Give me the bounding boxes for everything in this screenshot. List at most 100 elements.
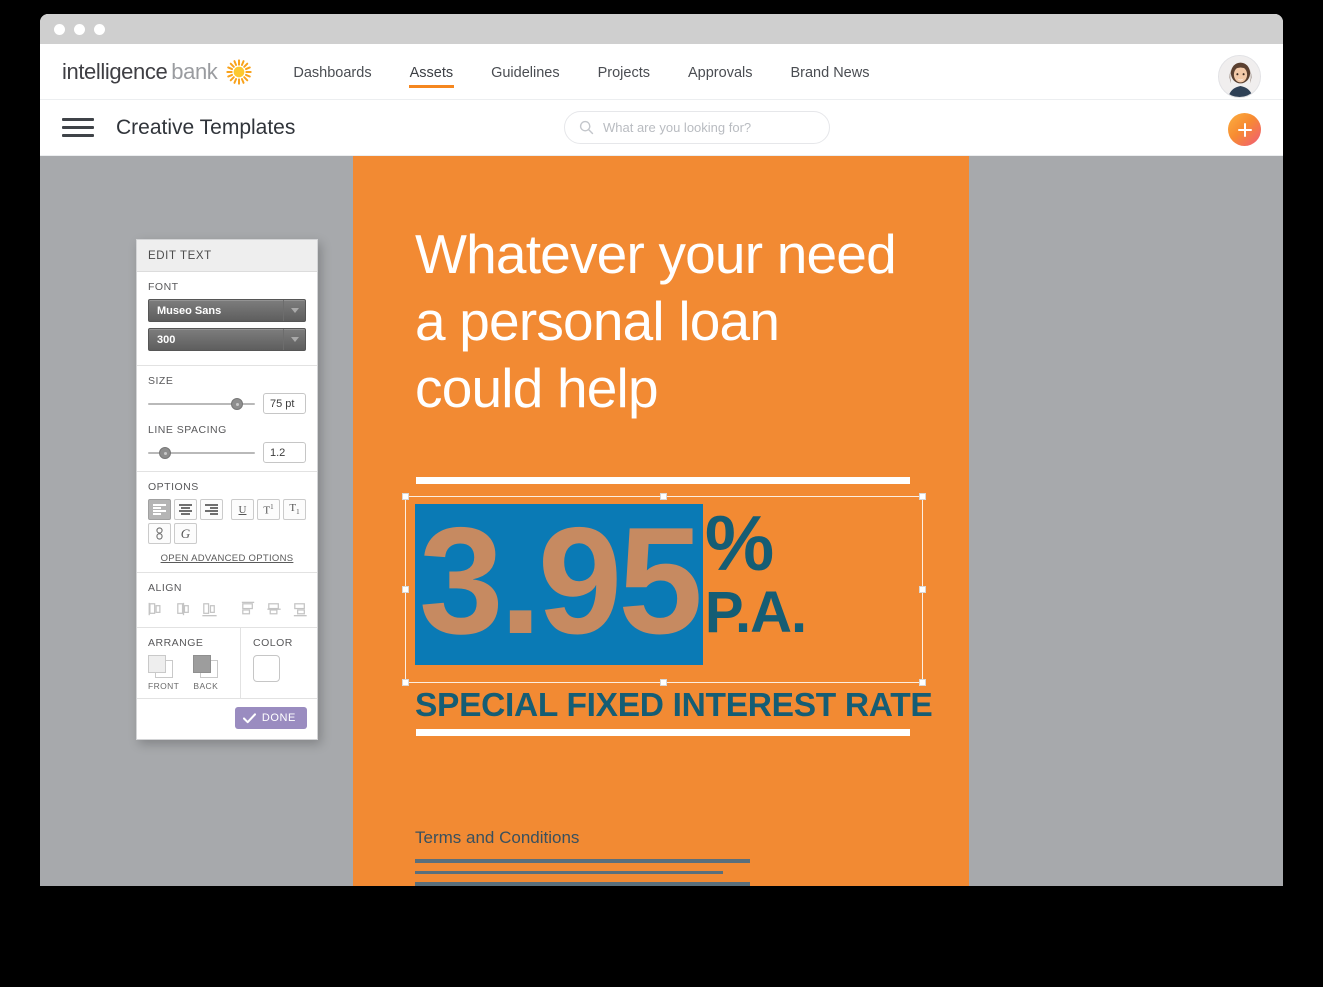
glyph-icon: G <box>180 525 191 541</box>
headline-text[interactable]: Whatever your need a personal loan could… <box>415 221 915 422</box>
terms-placeholder-line <box>415 870 724 874</box>
align-object-top-icon[interactable] <box>239 600 258 619</box>
edit-text-panel: EDIT TEXT FONT Museo Sans 300 SIZE 75 pt… <box>136 239 318 740</box>
align-object-right-icon[interactable] <box>200 600 219 619</box>
window-minimize-button[interactable] <box>74 23 85 35</box>
color-section: COLOR <box>241 628 317 698</box>
resize-handle-top-left[interactable] <box>402 493 409 500</box>
resize-handle-middle-right[interactable] <box>919 585 926 593</box>
nav-item-projects[interactable]: Projects <box>597 59 651 85</box>
options-label: OPTIONS <box>148 481 199 493</box>
color-label: COLOR <box>253 637 293 649</box>
search-placeholder: What are you looking for? <box>603 120 752 135</box>
underline-icon: U <box>238 503 247 516</box>
arrange-color-row: ARRANGE FRONT BACK COLOR <box>137 628 317 698</box>
search-input[interactable]: What are you looking for? <box>564 111 830 144</box>
align-object-middle-icon[interactable] <box>265 600 284 619</box>
subscript-button[interactable]: T1 <box>283 499 306 520</box>
align-center-icon <box>179 502 192 516</box>
line-spacing-value-field[interactable]: 1.2 <box>263 442 306 463</box>
selection-bounding-box[interactable] <box>402 493 926 686</box>
window-close-button[interactable] <box>54 23 65 35</box>
resize-handle-top-right[interactable] <box>919 493 926 500</box>
done-button-label: DONE <box>261 712 296 724</box>
nav-item-approvals[interactable]: Approvals <box>687 59 753 85</box>
glyph-button[interactable]: G <box>174 523 197 544</box>
font-weight-value: 300 <box>157 333 176 346</box>
line-spacing-label: LINE SPACING <box>148 424 227 436</box>
superscript-button[interactable]: T1 <box>257 499 280 520</box>
subscript-icon: T1 <box>289 502 300 517</box>
align-left-icon <box>153 502 166 516</box>
editor-workspace: Whatever your need a personal loan could… <box>40 156 1283 886</box>
logo-text-primary: intelligence <box>62 58 168 84</box>
link-icon <box>156 527 163 540</box>
page-toolbar: Creative Templates What are you looking … <box>40 100 1283 156</box>
window-titlebar <box>40 14 1283 44</box>
font-weight-select[interactable]: 300 <box>148 328 306 351</box>
check-icon <box>242 712 256 723</box>
hamburger-icon[interactable] <box>62 113 94 142</box>
text-align-center-button[interactable] <box>174 499 197 520</box>
sun-icon <box>226 58 253 85</box>
text-align-left-button[interactable] <box>148 499 171 520</box>
panel-header: EDIT TEXT <box>137 240 317 272</box>
front-label: FRONT <box>148 681 180 691</box>
resize-handle-bottom-left[interactable] <box>402 679 409 686</box>
size-value-field[interactable]: 75 pt <box>263 393 306 414</box>
size-section: SIZE 75 pt <box>137 366 317 422</box>
font-family-select[interactable]: Museo Sans <box>148 299 306 322</box>
size-slider-knob[interactable] <box>231 397 244 410</box>
align-object-center-icon[interactable] <box>174 600 193 619</box>
terms-title: Terms and Conditions <box>415 828 580 847</box>
arrange-label: ARRANGE <box>148 637 204 649</box>
color-swatch[interactable] <box>253 655 280 682</box>
send-to-back-icon <box>193 655 219 678</box>
align-object-left-icon[interactable] <box>148 600 167 619</box>
font-family-value: Museo Sans <box>157 304 222 317</box>
font-section: FONT Museo Sans 300 <box>137 272 317 366</box>
underline-button[interactable]: U <box>231 499 254 520</box>
open-advanced-options-link[interactable]: OPEN ADVANCED OPTIONS <box>148 553 306 564</box>
panel-footer: DONE <box>137 698 317 739</box>
resize-handle-bottom-center[interactable] <box>660 679 667 686</box>
resize-handle-top-center[interactable] <box>660 493 667 500</box>
main-nav-items: Dashboards Assets Guidelines Projects Ap… <box>292 59 870 88</box>
terms-placeholder-line <box>415 859 750 863</box>
resize-handle-middle-left[interactable] <box>402 585 409 593</box>
done-button[interactable]: DONE <box>234 707 307 729</box>
resize-handle-bottom-right[interactable] <box>919 679 926 686</box>
window-maximize-button[interactable] <box>94 23 105 35</box>
browser-window: intelligence bank Dashboards Assets Guid… <box>40 14 1283 886</box>
align-object-bottom-icon[interactable] <box>291 600 310 619</box>
template-canvas[interactable]: Whatever your need a personal loan could… <box>353 156 969 886</box>
terms-block[interactable]: Terms and Conditions <box>415 828 750 886</box>
subheadline-text[interactable]: SPECIAL FIXED INTEREST RATE <box>415 687 933 725</box>
align-right-icon <box>205 502 218 516</box>
bring-to-front-button[interactable]: FRONT <box>148 655 179 691</box>
avatar[interactable] <box>1218 55 1261 98</box>
page-title: Creative Templates <box>116 115 296 139</box>
logo-text-secondary: bank <box>171 58 218 84</box>
back-label: BACK <box>193 681 219 691</box>
brand-logo[interactable]: intelligence bank <box>62 58 253 85</box>
divider-rule-bottom <box>416 729 910 736</box>
line-spacing-slider[interactable] <box>148 446 255 460</box>
divider-rule-top <box>416 477 910 484</box>
size-label: SIZE <box>148 375 174 387</box>
nav-item-guidelines[interactable]: Guidelines <box>490 59 561 85</box>
chevron-down-icon <box>283 329 305 350</box>
nav-item-assets[interactable]: Assets <box>408 59 455 88</box>
nav-item-dashboards[interactable]: Dashboards <box>292 59 372 85</box>
text-align-right-button[interactable] <box>200 499 223 520</box>
options-section: OPTIONS U T1 T1 G OPEN ADVANCED OPTIONS <box>137 472 317 573</box>
line-spacing-section: LINE SPACING 1.2 <box>137 422 317 472</box>
link-button[interactable] <box>148 523 171 544</box>
size-slider[interactable] <box>148 397 255 411</box>
nav-item-brand-news[interactable]: Brand News <box>789 59 870 85</box>
terms-placeholder-line <box>415 882 750 886</box>
send-to-back-button[interactable]: BACK <box>193 655 219 691</box>
add-button[interactable] <box>1228 113 1261 146</box>
top-navigation-bar: intelligence bank Dashboards Assets Guid… <box>40 44 1283 100</box>
line-spacing-slider-knob[interactable] <box>158 446 171 459</box>
